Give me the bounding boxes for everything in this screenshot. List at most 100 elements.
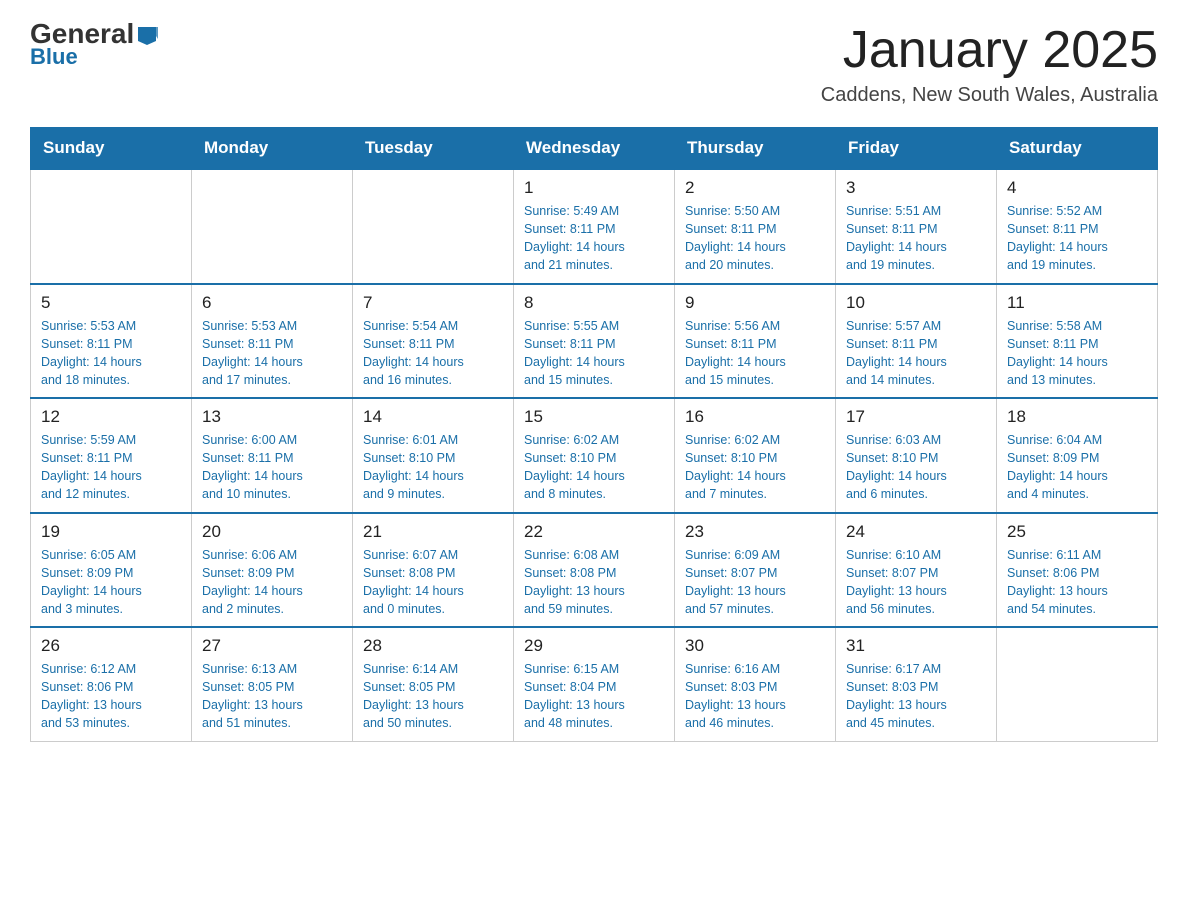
day-number: 14 [363, 407, 503, 427]
calendar-cell: 7 Sunrise: 5:54 AM Sunset: 8:11 PM Daylig… [353, 284, 514, 399]
calendar-cell: 31 Sunrise: 6:17 AM Sunset: 8:03 PM Dayli… [836, 627, 997, 741]
day-number: 27 [202, 636, 342, 656]
day-number: 3 [846, 178, 986, 198]
day-info: Sunrise: 5:59 AM Sunset: 8:11 PM Dayligh… [41, 431, 181, 504]
day-number: 9 [685, 293, 825, 313]
day-info: Sunrise: 5:53 AM Sunset: 8:11 PM Dayligh… [41, 317, 181, 390]
calendar-cell: 16 Sunrise: 6:02 AM Sunset: 8:10 PM Dayli… [675, 398, 836, 513]
day-header-wednesday: Wednesday [514, 128, 675, 170]
day-info: Sunrise: 6:08 AM Sunset: 8:08 PM Dayligh… [524, 546, 664, 619]
calendar-cell: 18 Sunrise: 6:04 AM Sunset: 8:09 PM Dayli… [997, 398, 1158, 513]
day-info: Sunrise: 6:02 AM Sunset: 8:10 PM Dayligh… [524, 431, 664, 504]
day-number: 23 [685, 522, 825, 542]
calendar-cell: 24Sunrise: 6:10 AM Sunset: 8:07 PM Dayli… [836, 513, 997, 628]
calendar-cell: 11 Sunrise: 5:58 AM Sunset: 8:11 PM Dayli… [997, 284, 1158, 399]
day-info: Sunrise: 6:10 AM Sunset: 8:07 PM Dayligh… [846, 546, 986, 619]
week-row-3: 12Sunrise: 5:59 AM Sunset: 8:11 PM Dayli… [31, 398, 1158, 513]
main-title: January 2025 [821, 20, 1158, 80]
calendar-cell: 4 Sunrise: 5:52 AM Sunset: 8:11 PM Daylig… [997, 169, 1158, 284]
day-number: 8 [524, 293, 664, 313]
day-number: 10 [846, 293, 986, 313]
day-number: 6 [202, 293, 342, 313]
calendar-cell: 19 Sunrise: 6:05 AM Sunset: 8:09 PM Dayli… [31, 513, 192, 628]
calendar-cell: 8 Sunrise: 5:55 AM Sunset: 8:11 PM Daylig… [514, 284, 675, 399]
day-number: 26 [41, 636, 181, 656]
day-number: 31 [846, 636, 986, 656]
day-header-tuesday: Tuesday [353, 128, 514, 170]
calendar-cell [192, 169, 353, 284]
logo-blue: Blue [30, 44, 78, 70]
calendar-cell: 21 Sunrise: 6:07 AM Sunset: 8:08 PM Dayli… [353, 513, 514, 628]
day-info: Sunrise: 5:55 AM Sunset: 8:11 PM Dayligh… [524, 317, 664, 390]
calendar-cell: 25 Sunrise: 6:11 AM Sunset: 8:06 PM Dayli… [997, 513, 1158, 628]
day-number: 29 [524, 636, 664, 656]
day-info: Sunrise: 6:04 AM Sunset: 8:09 PM Dayligh… [1007, 431, 1147, 504]
day-info: Sunrise: 6:09 AM Sunset: 8:07 PM Dayligh… [685, 546, 825, 619]
calendar-cell: 22 Sunrise: 6:08 AM Sunset: 8:08 PM Dayli… [514, 513, 675, 628]
day-number: 2 [685, 178, 825, 198]
day-number: 1 [524, 178, 664, 198]
day-info: Sunrise: 6:06 AM Sunset: 8:09 PM Dayligh… [202, 546, 342, 619]
day-number: 30 [685, 636, 825, 656]
day-number: 20 [202, 522, 342, 542]
calendar-cell: 27 Sunrise: 6:13 AM Sunset: 8:05 PM Dayli… [192, 627, 353, 741]
day-number: 19 [41, 522, 181, 542]
day-info: Sunrise: 5:53 AM Sunset: 8:11 PM Dayligh… [202, 317, 342, 390]
day-info: Sunrise: 6:05 AM Sunset: 8:09 PM Dayligh… [41, 546, 181, 619]
calendar-cell: 30 Sunrise: 6:16 AM Sunset: 8:03 PM Dayli… [675, 627, 836, 741]
day-info: Sunrise: 5:52 AM Sunset: 8:11 PM Dayligh… [1007, 202, 1147, 275]
day-number: 13 [202, 407, 342, 427]
day-header-saturday: Saturday [997, 128, 1158, 170]
day-number: 21 [363, 522, 503, 542]
calendar-cell: 17 Sunrise: 6:03 AM Sunset: 8:10 PM Dayli… [836, 398, 997, 513]
day-info: Sunrise: 6:14 AM Sunset: 8:05 PM Dayligh… [363, 660, 503, 733]
day-number: 22 [524, 522, 664, 542]
day-info: Sunrise: 6:07 AM Sunset: 8:08 PM Dayligh… [363, 546, 503, 619]
calendar-cell: 14 Sunrise: 6:01 AM Sunset: 8:10 PM Dayli… [353, 398, 514, 513]
day-header-thursday: Thursday [675, 128, 836, 170]
calendar-cell: 15 Sunrise: 6:02 AM Sunset: 8:10 PM Dayli… [514, 398, 675, 513]
day-info: Sunrise: 6:17 AM Sunset: 8:03 PM Dayligh… [846, 660, 986, 733]
calendar-cell: 23 Sunrise: 6:09 AM Sunset: 8:07 PM Dayli… [675, 513, 836, 628]
calendar-cell [997, 627, 1158, 741]
calendar-cell [353, 169, 514, 284]
day-info: Sunrise: 6:01 AM Sunset: 8:10 PM Dayligh… [363, 431, 503, 504]
day-number: 25 [1007, 522, 1147, 542]
day-number: 17 [846, 407, 986, 427]
calendar-cell: 9 Sunrise: 5:56 AM Sunset: 8:11 PM Daylig… [675, 284, 836, 399]
day-number: 28 [363, 636, 503, 656]
calendar-cell: 28 Sunrise: 6:14 AM Sunset: 8:05 PM Dayli… [353, 627, 514, 741]
day-info: Sunrise: 5:51 AM Sunset: 8:11 PM Dayligh… [846, 202, 986, 275]
day-info: Sunrise: 5:57 AM Sunset: 8:11 PM Dayligh… [846, 317, 986, 390]
week-row-4: 19 Sunrise: 6:05 AM Sunset: 8:09 PM Dayli… [31, 513, 1158, 628]
day-number: 11 [1007, 293, 1147, 313]
day-info: Sunrise: 6:03 AM Sunset: 8:10 PM Dayligh… [846, 431, 986, 504]
day-info: Sunrise: 6:13 AM Sunset: 8:05 PM Dayligh… [202, 660, 342, 733]
day-number: 16 [685, 407, 825, 427]
page-header: General Blue January 2025 Caddens, New S… [30, 20, 1158, 107]
day-number: 18 [1007, 407, 1147, 427]
day-info: Sunrise: 6:15 AM Sunset: 8:04 PM Dayligh… [524, 660, 664, 733]
logo: General Blue [30, 20, 158, 70]
calendar-cell [31, 169, 192, 284]
day-number: 15 [524, 407, 664, 427]
day-info: Sunrise: 5:58 AM Sunset: 8:11 PM Dayligh… [1007, 317, 1147, 390]
calendar: SundayMondayTuesdayWednesdayThursdayFrid… [30, 127, 1158, 742]
calendar-cell: 3 Sunrise: 5:51 AM Sunset: 8:11 PM Daylig… [836, 169, 997, 284]
day-info: Sunrise: 6:02 AM Sunset: 8:10 PM Dayligh… [685, 431, 825, 504]
calendar-cell: 10 Sunrise: 5:57 AM Sunset: 8:11 PM Dayli… [836, 284, 997, 399]
day-number: 4 [1007, 178, 1147, 198]
day-info: Sunrise: 5:56 AM Sunset: 8:11 PM Dayligh… [685, 317, 825, 390]
calendar-cell: 26Sunrise: 6:12 AM Sunset: 8:06 PM Dayli… [31, 627, 192, 741]
day-info: Sunrise: 6:16 AM Sunset: 8:03 PM Dayligh… [685, 660, 825, 733]
calendar-header-row: SundayMondayTuesdayWednesdayThursdayFrid… [31, 128, 1158, 170]
calendar-cell: 13 Sunrise: 6:00 AM Sunset: 8:11 PM Dayli… [192, 398, 353, 513]
day-number: 5 [41, 293, 181, 313]
day-info: Sunrise: 6:00 AM Sunset: 8:11 PM Dayligh… [202, 431, 342, 504]
day-info: Sunrise: 5:54 AM Sunset: 8:11 PM Dayligh… [363, 317, 503, 390]
day-header-monday: Monday [192, 128, 353, 170]
day-number: 7 [363, 293, 503, 313]
day-header-friday: Friday [836, 128, 997, 170]
day-info: Sunrise: 6:11 AM Sunset: 8:06 PM Dayligh… [1007, 546, 1147, 619]
day-info: Sunrise: 5:49 AM Sunset: 8:11 PM Dayligh… [524, 202, 664, 275]
